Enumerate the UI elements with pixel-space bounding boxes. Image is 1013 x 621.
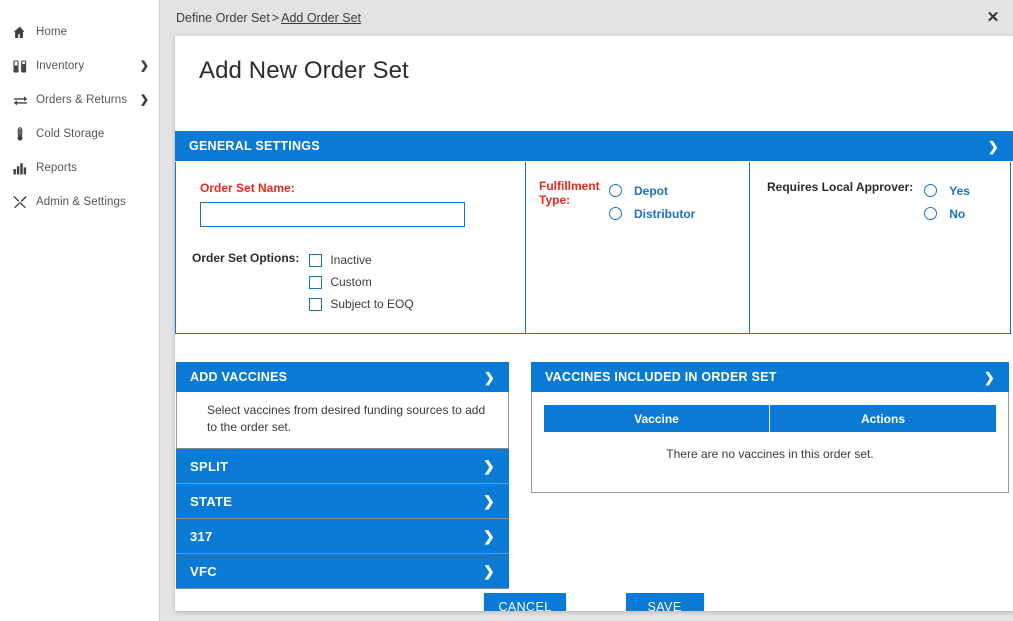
column-header-actions[interactable]: Actions bbox=[770, 405, 996, 432]
cancel-button[interactable]: CANCEL bbox=[484, 593, 566, 611]
add-vaccines-description: Select vaccines from desired funding sou… bbox=[176, 392, 509, 449]
local-approver-radio-group: Yes No bbox=[924, 179, 970, 333]
radio-label: No bbox=[949, 206, 966, 221]
chevron-right-icon[interactable]: ❯ bbox=[483, 494, 495, 508]
add-vaccines-panel: ADD VACCINES ❯ Select vaccines from desi… bbox=[176, 362, 509, 589]
checkbox-option-subject-to-eoq[interactable]: Subject to EOQ bbox=[309, 293, 414, 315]
radio-option-yes[interactable]: Yes bbox=[924, 179, 970, 202]
form-actions: CANCEL SAVE bbox=[175, 593, 1013, 611]
checkbox-icon[interactable] bbox=[309, 275, 323, 289]
radio-option-distributor[interactable]: Distributor bbox=[609, 202, 695, 225]
order-set-options-list: Inactive Custom Subject to EOQ bbox=[309, 249, 414, 315]
funding-source-state[interactable]: STATE ❯ bbox=[176, 484, 509, 519]
general-settings-body: Order Set Name: Order Set Options: Inact… bbox=[175, 162, 1011, 334]
chevron-right-icon[interactable]: ❯ bbox=[483, 459, 495, 473]
sidebar-navigation: Home Inventory ❯ Orders & Returns ❯ Cold… bbox=[0, 0, 160, 621]
page-title: Add New Order Set bbox=[199, 57, 409, 84]
radio-icon[interactable] bbox=[609, 184, 622, 197]
order-set-panel: Add New Order Set GENERAL SETTINGS ❯ Ord… bbox=[175, 36, 1013, 611]
radio-label: Yes bbox=[949, 183, 970, 198]
column-header-vaccine[interactable]: Vaccine bbox=[544, 405, 770, 432]
chevron-right-icon[interactable]: ❯ bbox=[483, 564, 495, 578]
sidebar-item-admin-settings[interactable]: Admin & Settings bbox=[0, 185, 159, 219]
add-vaccines-title: ADD VACCINES bbox=[190, 370, 288, 384]
checkbox-label: Inactive bbox=[330, 253, 372, 267]
included-vaccines-empty-message: There are no vaccines in this order set. bbox=[666, 447, 874, 461]
sidebar-item-label: Home bbox=[36, 26, 68, 38]
radio-option-depot[interactable]: Depot bbox=[609, 179, 695, 202]
sidebar-item-reports[interactable]: Reports bbox=[0, 151, 159, 185]
breadcrumb: Define Order Set > Add Order Set bbox=[176, 11, 361, 25]
sidebar-item-orders-returns[interactable]: Orders & Returns ❯ bbox=[0, 83, 159, 117]
chevron-down-icon[interactable]: ❯ bbox=[484, 371, 495, 384]
sidebar-item-label: Inventory bbox=[36, 60, 85, 72]
checkbox-icon[interactable] bbox=[309, 297, 323, 311]
funding-source-label: VFC bbox=[190, 563, 217, 579]
vials-icon bbox=[11, 59, 29, 73]
radio-option-no[interactable]: No bbox=[924, 202, 970, 225]
radio-icon[interactable] bbox=[609, 207, 622, 220]
funding-source-vfc[interactable]: VFC ❯ bbox=[176, 554, 509, 589]
checkbox-label: Custom bbox=[330, 275, 372, 289]
included-vaccines-title: VACCINES INCLUDED IN ORDER SET bbox=[545, 370, 777, 384]
order-set-options-group: Order Set Options: Inactive Custom Subje… bbox=[192, 249, 525, 315]
local-approver-label: Requires Local Approver: bbox=[767, 180, 914, 194]
radio-icon[interactable] bbox=[924, 184, 938, 197]
transfer-icon bbox=[11, 94, 29, 107]
bar-chart-icon bbox=[11, 162, 29, 175]
home-icon bbox=[11, 26, 29, 39]
checkbox-option-custom[interactable]: Custom bbox=[309, 271, 413, 293]
general-settings-header[interactable]: GENERAL SETTINGS ❯ bbox=[175, 131, 1013, 161]
checkbox-icon[interactable] bbox=[309, 253, 323, 267]
sidebar-item-label: Cold Storage bbox=[36, 128, 105, 140]
local-approver-column: Requires Local Approver: Yes No bbox=[749, 162, 1010, 333]
thermometer-icon bbox=[11, 127, 29, 141]
chevron-down-icon[interactable]: ❯ bbox=[988, 140, 999, 153]
chevron-right-icon: ❯ bbox=[139, 59, 149, 72]
sidebar-item-label: Admin & Settings bbox=[36, 196, 126, 208]
order-set-name-column: Order Set Name: Order Set Options: Inact… bbox=[176, 162, 525, 333]
included-vaccines-header[interactable]: VACCINES INCLUDED IN ORDER SET ❯ bbox=[531, 362, 1009, 392]
fulfillment-type-column: Fulfillment Type: Depot Distributor bbox=[525, 162, 749, 333]
sidebar-item-cold-storage[interactable]: Cold Storage bbox=[0, 117, 159, 151]
fulfillment-type-label: Fulfillment Type: bbox=[539, 179, 600, 207]
general-settings-title: GENERAL SETTINGS bbox=[189, 139, 320, 153]
sidebar-item-label: Reports bbox=[36, 162, 77, 174]
included-vaccines-body: Vaccine Actions There are no vaccines in… bbox=[531, 392, 1009, 493]
funding-source-label: STATE bbox=[190, 493, 233, 509]
sidebar-item-inventory[interactable]: Inventory ❯ bbox=[0, 49, 159, 83]
funding-source-split[interactable]: SPLIT ❯ bbox=[176, 449, 509, 484]
add-vaccines-header[interactable]: ADD VACCINES ❯ bbox=[176, 362, 509, 392]
chevron-down-icon[interactable]: ❯ bbox=[984, 371, 995, 384]
breadcrumb-separator: > bbox=[271, 11, 280, 25]
included-vaccines-panel: VACCINES INCLUDED IN ORDER SET ❯ Vaccine… bbox=[531, 362, 1009, 493]
fulfillment-type-radio-group: Depot Distributor bbox=[609, 179, 695, 333]
checkbox-label: Subject to EOQ bbox=[330, 297, 414, 311]
funding-source-317[interactable]: 317 ❯ bbox=[176, 519, 509, 554]
order-set-name-label: Order Set Name: bbox=[200, 181, 295, 195]
checkbox-option-inactive[interactable]: Inactive bbox=[309, 249, 413, 271]
tools-icon bbox=[11, 195, 29, 209]
breadcrumb-parent[interactable]: Define Order Set bbox=[176, 11, 270, 25]
funding-source-label: 317 bbox=[190, 528, 213, 544]
funding-source-label: SPLIT bbox=[190, 458, 229, 474]
breadcrumb-current[interactable]: Add Order Set bbox=[281, 11, 361, 25]
included-vaccines-table-header: Vaccine Actions bbox=[544, 405, 996, 432]
application-root: Home Inventory ❯ Orders & Returns ❯ Cold… bbox=[0, 0, 1013, 621]
order-set-options-label: Order Set Options: bbox=[192, 251, 300, 265]
radio-icon[interactable] bbox=[924, 207, 938, 220]
radio-label: Distributor bbox=[634, 206, 696, 221]
sidebar-item-label: Orders & Returns bbox=[36, 94, 128, 106]
chevron-right-icon: ❯ bbox=[139, 93, 149, 106]
main-content-area: Define Order Set > Add Order Set ✕ Add New… bbox=[160, 0, 1013, 621]
chevron-right-icon[interactable]: ❯ bbox=[483, 529, 495, 543]
radio-label: Depot bbox=[634, 183, 668, 198]
save-button[interactable]: SAVE bbox=[625, 593, 704, 611]
order-set-name-input[interactable] bbox=[200, 202, 465, 227]
close-icon[interactable]: ✕ bbox=[983, 7, 1003, 27]
sidebar-item-home[interactable]: Home bbox=[0, 15, 159, 49]
